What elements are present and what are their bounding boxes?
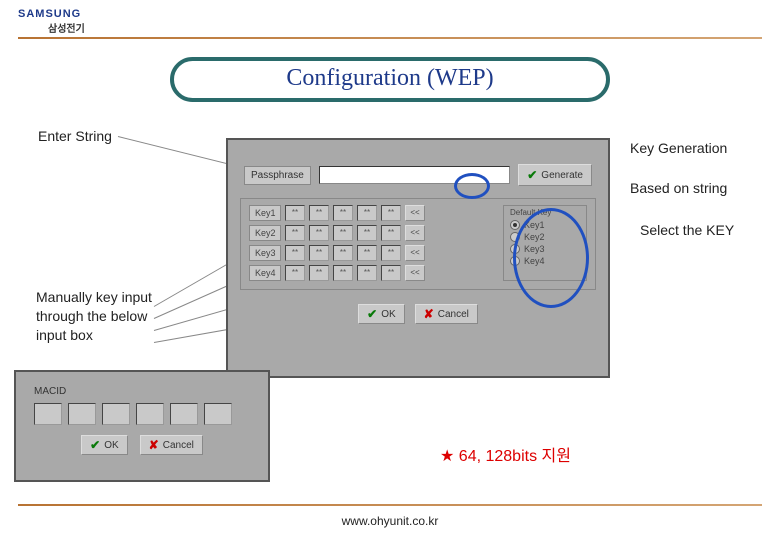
key-cell[interactable]: ** <box>381 245 401 261</box>
key-cell[interactable]: ** <box>357 245 377 261</box>
annotation-enter-string: Enter String <box>38 128 112 144</box>
key-cell[interactable]: ** <box>357 265 377 281</box>
clear-button[interactable]: << <box>405 225 425 241</box>
cancel-button[interactable]: ✘ Cancel <box>415 304 478 324</box>
macid-cell[interactable] <box>102 403 130 425</box>
passphrase-row: Passphrase ✔ Generate <box>228 140 608 192</box>
footer-url: www.ohyunit.co.kr <box>0 514 780 528</box>
radio-row[interactable]: Key1 <box>510 219 580 231</box>
macid-cell[interactable] <box>136 403 164 425</box>
generate-button[interactable]: ✔ Generate <box>518 164 592 186</box>
key-cell[interactable]: ** <box>285 205 305 221</box>
key-label: Key1 <box>249 205 281 221</box>
key-row: Key4 ** ** ** ** ** << <box>249 265 425 281</box>
macid-cell[interactable] <box>34 403 62 425</box>
clear-button[interactable]: << <box>405 245 425 261</box>
key-label: Key4 <box>249 265 281 281</box>
key-cell[interactable]: ** <box>285 225 305 241</box>
key-row: Key1 ** ** ** ** ** << <box>249 205 425 221</box>
page-title-pill: Configuration (WEP) <box>170 57 610 102</box>
key-cell[interactable]: ** <box>333 265 353 281</box>
macid-row <box>16 397 268 425</box>
check-icon: ✔ <box>527 168 537 182</box>
clear-button[interactable]: << <box>405 265 425 281</box>
macid-cell[interactable] <box>204 403 232 425</box>
key-cell[interactable]: ** <box>285 265 305 281</box>
cross-icon: ✘ <box>149 438 159 452</box>
key-cell[interactable]: ** <box>381 265 401 281</box>
macid-label: MACID <box>16 372 268 397</box>
annotation-select-key: Select the KEY <box>640 222 734 238</box>
cancel-button-label: Cancel <box>163 440 194 451</box>
passphrase-label: Passphrase <box>244 166 311 185</box>
ok-button[interactable]: ✔ OK <box>81 435 128 455</box>
header: SAMSUNG 삼성전기 <box>0 0 780 43</box>
annotation-manual-input: Manually key input through the below inp… <box>36 288 156 345</box>
check-icon: ✔ <box>90 438 100 452</box>
page-title: Configuration (WEP) <box>286 65 493 91</box>
radio-row[interactable]: Key3 <box>510 243 580 255</box>
dialog-buttons: ✔ OK ✘ Cancel <box>16 425 268 455</box>
key-label: Key3 <box>249 245 281 261</box>
support-note: ★ 64, 128bits 지원 <box>440 442 571 466</box>
generate-button-label: Generate <box>541 170 583 181</box>
key-cell[interactable]: ** <box>357 205 377 221</box>
radio-label: Key1 <box>524 220 545 230</box>
check-icon: ✔ <box>367 307 377 321</box>
cancel-button-label: Cancel <box>438 309 469 320</box>
key-cell[interactable]: ** <box>333 225 353 241</box>
key-cell[interactable]: ** <box>309 225 329 241</box>
clear-button[interactable]: << <box>405 205 425 221</box>
radio-label: Key3 <box>524 244 545 254</box>
radio-icon <box>510 232 520 242</box>
key-label: Key2 <box>249 225 281 241</box>
key-cell[interactable]: ** <box>381 225 401 241</box>
ok-button[interactable]: ✔ OK <box>358 304 405 324</box>
passphrase-input[interactable] <box>319 166 510 184</box>
key-cell[interactable]: ** <box>357 225 377 241</box>
macid-dialog: MACID ✔ OK ✘ Cancel <box>14 370 270 482</box>
ok-button-label: OK <box>104 440 118 451</box>
key-cell[interactable]: ** <box>309 245 329 261</box>
wep-config-dialog: Passphrase ✔ Generate Key1 ** ** ** ** *… <box>226 138 610 378</box>
radio-label: Key2 <box>524 232 545 242</box>
key-cell[interactable]: ** <box>333 205 353 221</box>
key-cell[interactable]: ** <box>333 245 353 261</box>
macid-cell[interactable] <box>68 403 96 425</box>
keys-grid: Key1 ** ** ** ** ** << Key2 ** ** ** ** … <box>249 205 425 281</box>
logo: SAMSUNG <box>18 8 762 20</box>
logo-subtext: 삼성전기 <box>48 20 762 35</box>
annotation-key-generation: Key Generation <box>630 140 727 156</box>
key-cell[interactable]: ** <box>285 245 305 261</box>
default-key-group: Default Key Key1 Key2 Key3 Key4 <box>503 205 587 281</box>
header-divider <box>18 37 762 39</box>
ok-button-label: OK <box>381 309 395 320</box>
key-row: Key3 ** ** ** ** ** << <box>249 245 425 261</box>
key-cell[interactable]: ** <box>309 265 329 281</box>
radio-row[interactable]: Key4 <box>510 255 580 267</box>
key-cell[interactable]: ** <box>309 205 329 221</box>
dialog-buttons: ✔ OK ✘ Cancel <box>228 298 608 330</box>
radio-icon <box>510 220 520 230</box>
macid-cell[interactable] <box>170 403 198 425</box>
radio-label: Key4 <box>524 256 545 266</box>
cancel-button[interactable]: ✘ Cancel <box>140 435 203 455</box>
keys-area: Key1 ** ** ** ** ** << Key2 ** ** ** ** … <box>240 198 596 290</box>
annotation-based-on-string: Based on string <box>630 180 727 196</box>
footer-divider <box>18 504 762 506</box>
key-cell[interactable]: ** <box>381 205 401 221</box>
radio-icon <box>510 244 520 254</box>
radio-icon <box>510 256 520 266</box>
default-key-label: Default Key <box>510 208 580 217</box>
cross-icon: ✘ <box>424 307 434 321</box>
radio-row[interactable]: Key2 <box>510 231 580 243</box>
key-row: Key2 ** ** ** ** ** << <box>249 225 425 241</box>
